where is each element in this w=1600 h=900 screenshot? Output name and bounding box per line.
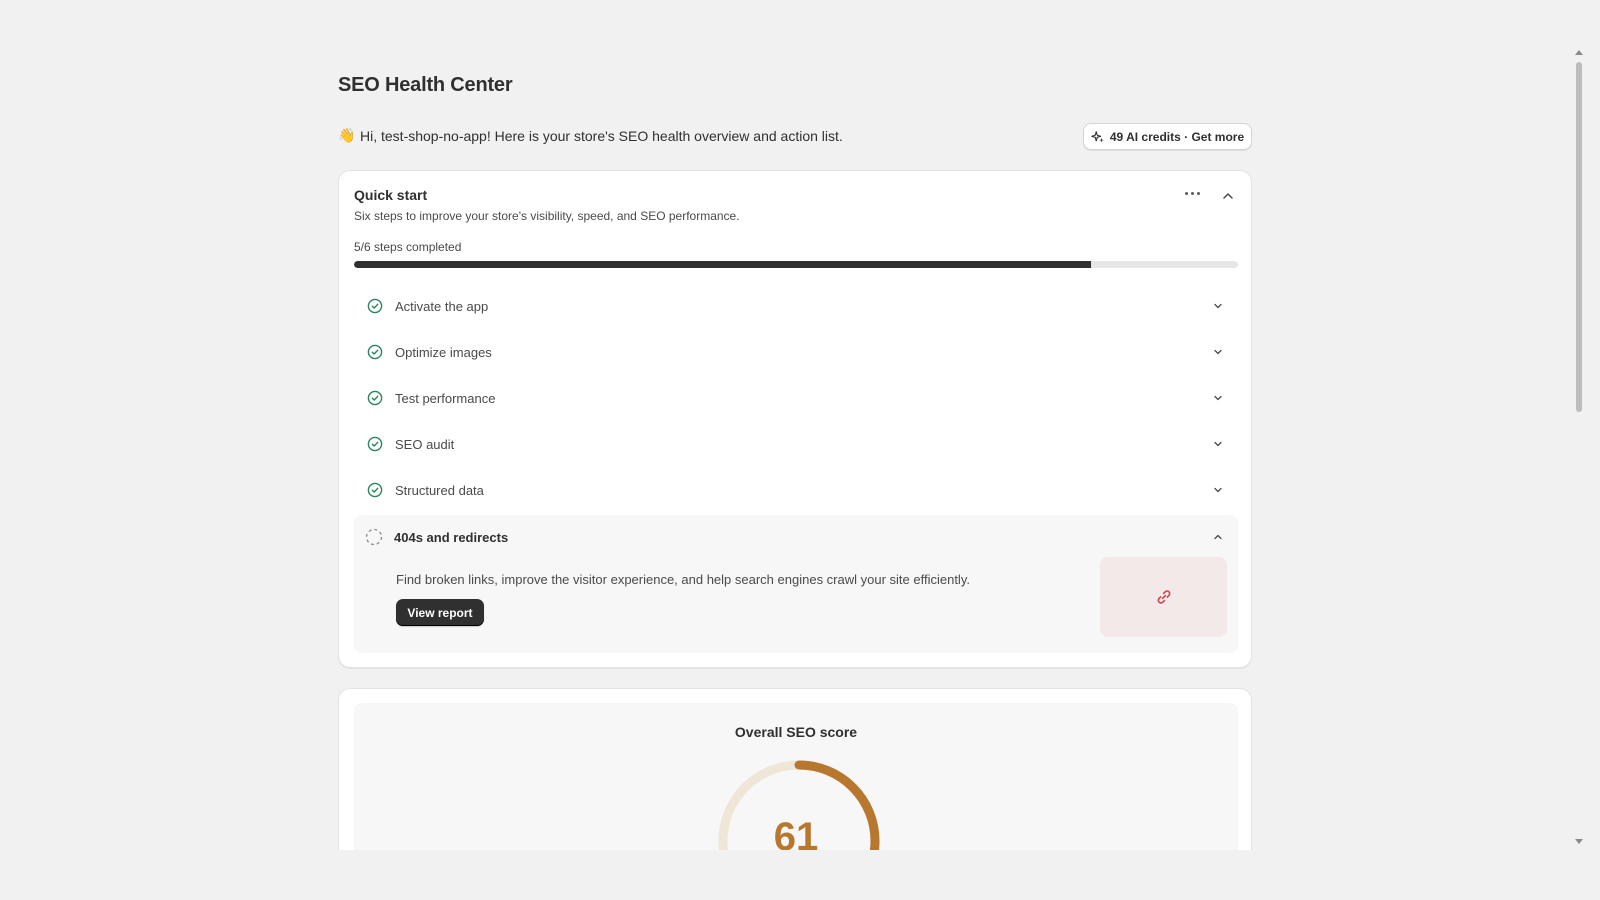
scroll-down-icon[interactable] [1575,839,1583,844]
check-circle-icon [367,436,383,452]
step-label: SEO audit [395,436,455,452]
link-icon [1157,590,1170,604]
window-bottom-strip [0,850,1600,900]
step-row[interactable]: Structured data [354,467,1238,513]
sparkle-icon [1091,130,1104,142]
scroll-up-icon[interactable] [1575,50,1583,55]
progress-label: 5/6 steps completed [354,240,462,254]
step-404s-and-redirects: 404s and redirects Find broken links, im… [354,515,1238,653]
greeting: 👋 Hi, test-shop-no-app! Here is your sto… [338,127,843,144]
app-viewport: SEO Health Center 👋 Hi, test-shop-no-app… [0,0,1586,850]
seo-score-value: 61 [773,815,819,850]
chevron-down-icon[interactable] [1212,300,1224,312]
step-label: Structured data [395,482,484,498]
ai-credits-button[interactable]: 49 AI credits · Get more [1083,123,1252,150]
seo-score-title: Overall SEO score [734,724,858,740]
progress-bar [354,261,1238,268]
greeting-text: Hi, test-shop-no-app! Here is your store… [360,127,843,144]
step-row[interactable]: Activate the app [354,283,1238,329]
step-label[interactable]: 404s and redirects [394,530,508,545]
view-report-button[interactable]: View report [396,599,484,626]
waving-hand-icon: 👋 [338,127,356,143]
seo-score-card: Overall SEO score 61 [338,688,1252,850]
chevron-down-icon[interactable] [1212,438,1224,450]
step-description: Find broken links, improve the visitor e… [396,572,970,587]
step-illustration [1100,557,1227,637]
chevron-down-icon[interactable] [1212,484,1224,496]
step-label: Optimize images [395,344,492,360]
chevron-up-icon[interactable] [1221,189,1235,203]
steps-list: Activate the app Optimize images Test perf… [354,283,1238,513]
progress-bar-fill [354,261,1091,268]
chevron-down-icon[interactable] [1212,392,1224,404]
chevron-up-icon[interactable] [1212,531,1224,543]
incomplete-circle-icon [365,528,383,546]
more-actions-icon[interactable] [1181,185,1203,201]
page-title: SEO Health Center [338,74,513,96]
ai-credits-label: 49 AI credits · Get more [1109,129,1245,144]
step-label: Test performance [395,390,496,406]
step-label: Activate the app [395,298,489,314]
seo-score-panel: Overall SEO score 61 [354,703,1238,850]
scrollbar-thumb[interactable] [1576,62,1582,412]
step-row[interactable]: Optimize images [354,329,1238,375]
quick-start-title: Quick start [354,187,428,203]
step-row[interactable]: Test performance [354,375,1238,421]
check-circle-icon [367,390,383,406]
quick-start-subtitle: Six steps to improve your store's visibi… [354,209,740,223]
chevron-down-icon[interactable] [1212,346,1224,358]
check-circle-icon [367,482,383,498]
vertical-scrollbar[interactable] [1572,0,1586,850]
quick-start-card: Quick start Six steps to improve your st… [338,170,1252,668]
check-circle-icon [367,344,383,360]
step-row[interactable]: SEO audit [354,421,1238,467]
check-circle-icon [367,298,383,314]
